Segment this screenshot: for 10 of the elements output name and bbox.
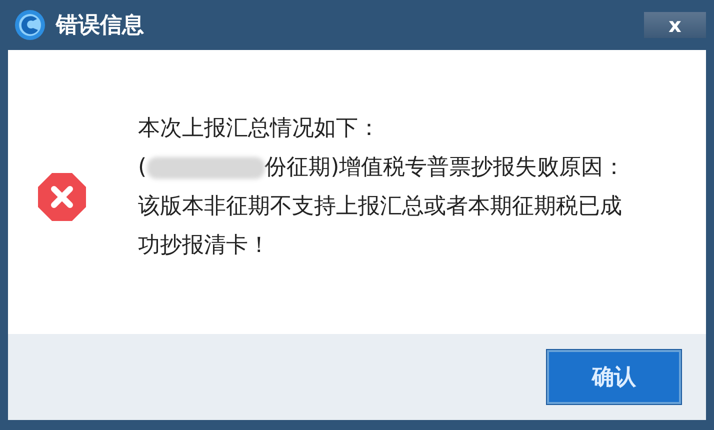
app-logo-icon bbox=[14, 9, 46, 41]
message-text: 份征期)增值税专普票抄报失败原因： bbox=[264, 154, 626, 182]
error-icon bbox=[36, 171, 88, 223]
message-text: 功抄报清卡！ bbox=[138, 232, 271, 260]
confirm-button[interactable]: 确认 bbox=[547, 350, 681, 404]
message-text: 本次上报汇总情况如下： bbox=[138, 115, 381, 143]
window-title: 错误信息 bbox=[56, 12, 144, 40]
close-button[interactable]: x bbox=[644, 12, 706, 38]
message-text: ( bbox=[138, 154, 147, 182]
message-text: 该版本非征期不支持上报汇总或者本期征期税已成 bbox=[138, 193, 623, 221]
